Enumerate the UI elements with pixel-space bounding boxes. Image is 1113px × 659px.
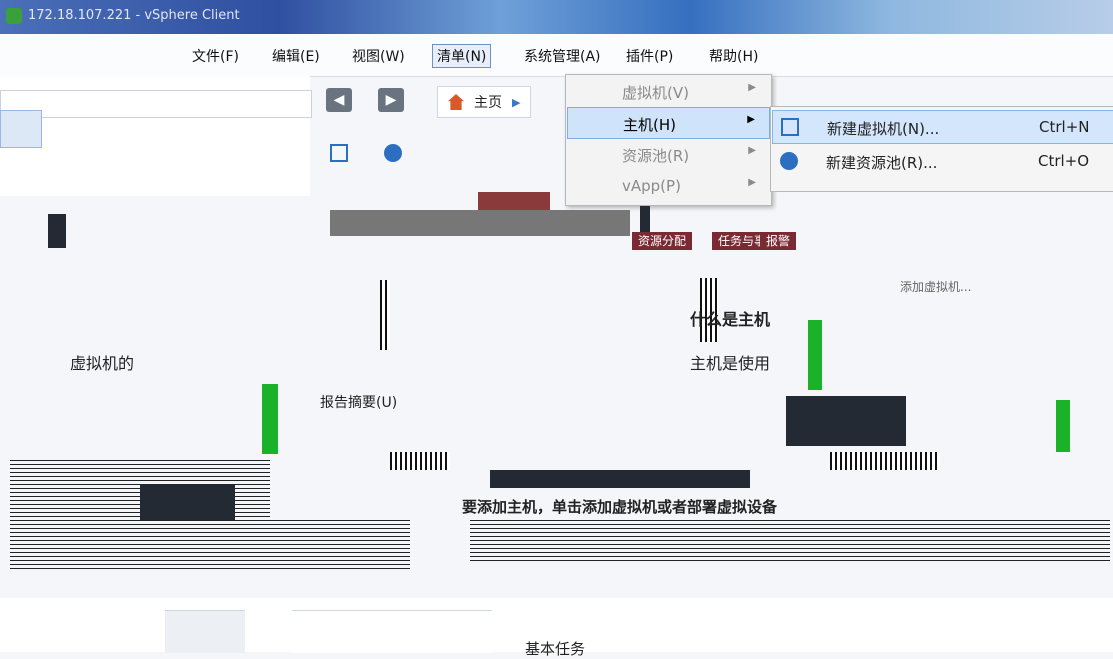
add-vm-link[interactable]: 添加虚拟机... [900, 278, 971, 295]
address-box[interactable] [0, 90, 312, 118]
content-block [292, 610, 492, 653]
content-block [165, 610, 245, 653]
menu-item-new-vm[interactable]: 新建虚拟机(N)... Ctrl+N [772, 110, 1113, 144]
notice-text: 要添加主机，单击添加虚拟机或者部署虚拟设备 [462, 498, 778, 516]
host-submenu: 新建虚拟机(N)... Ctrl+N 新建资源池(R)... Ctrl+O [770, 106, 1113, 192]
content-block [470, 520, 1110, 564]
content-block [786, 396, 906, 446]
app-icon [6, 8, 22, 24]
content-block [830, 452, 940, 470]
status-icon [262, 384, 278, 454]
back-button[interactable]: ◀ [326, 88, 352, 112]
menu-item-host[interactable]: 主机(H) ▶ [567, 107, 770, 139]
new-resource-pool-icon [780, 152, 798, 170]
content-block [478, 192, 550, 210]
home-icon [448, 94, 464, 110]
what-is-host-text: 主机是使用 [690, 354, 771, 373]
menu-view[interactable]: 视图(W) [348, 46, 409, 66]
title-bar: 172.18.107.221 - vSphere Client [0, 0, 1113, 34]
menu-plugins[interactable]: 插件(P) [622, 46, 677, 66]
tree-selection[interactable] [0, 110, 42, 148]
submenu-arrow-icon: ▶ [748, 145, 756, 156]
new-vm-toolbar-icon[interactable] [330, 144, 348, 162]
content-block [640, 206, 650, 234]
menu-inventory[interactable]: 清单(N) [432, 44, 492, 68]
what-is-host-title: 什么是主机 [690, 310, 771, 329]
menu-administration[interactable]: 系统管理(A) [520, 46, 605, 66]
status-icon [808, 320, 822, 390]
content-block [390, 452, 450, 470]
menu-item-vm[interactable]: 虚拟机(V) ▶ [567, 76, 770, 106]
summary-text: 报告摘要(U) [320, 395, 398, 411]
content-block [330, 210, 630, 236]
menu-edit[interactable]: 编辑(E) [268, 46, 324, 66]
inventory-menu: 虚拟机(V) ▶ 主机(H) ▶ 资源池(R) ▶ vApp(P) ▶ [565, 74, 772, 206]
tab-resource[interactable]: 资源分配 [632, 232, 693, 250]
submenu-arrow-icon: ▶ [748, 177, 756, 188]
status-icon [1056, 400, 1070, 452]
window-title: 172.18.107.221 - vSphere Client [28, 8, 240, 23]
basic-tasks-title: 基本任务 [525, 640, 586, 658]
menu-bar: 文件(F) 编辑(E) 视图(W) 清单(N) 系统管理(A) 插件(P) 帮助… [0, 34, 1113, 77]
content-block [490, 470, 750, 488]
chevron-right-icon: ▶ [512, 95, 521, 109]
submenu-arrow-icon: ▶ [748, 82, 756, 93]
new-vm-icon [781, 118, 799, 136]
new-resource-pool-toolbar-icon[interactable] [384, 144, 402, 162]
content-block [140, 484, 235, 520]
content-block [380, 280, 390, 350]
tab-alarms[interactable]: 报警 [760, 232, 797, 250]
home-breadcrumb[interactable]: 主页 ▶ [437, 86, 532, 118]
menu-file[interactable]: 文件(F) [188, 46, 243, 66]
menu-item-vapp[interactable]: vApp(P) ▶ [567, 171, 770, 201]
content-block [48, 214, 66, 248]
menu-help[interactable]: 帮助(H) [705, 46, 762, 66]
home-label: 主页 [474, 95, 502, 111]
submenu-arrow-icon: ▶ [747, 114, 755, 125]
vm-intro-text: 虚拟机的 [70, 354, 135, 373]
forward-button[interactable]: ▶ [378, 88, 404, 112]
menu-item-resource-pool[interactable]: 资源池(R) ▶ [567, 139, 770, 169]
menu-item-new-resource-pool[interactable]: 新建资源池(R)... Ctrl+O [772, 145, 1112, 177]
content-block [10, 520, 410, 570]
